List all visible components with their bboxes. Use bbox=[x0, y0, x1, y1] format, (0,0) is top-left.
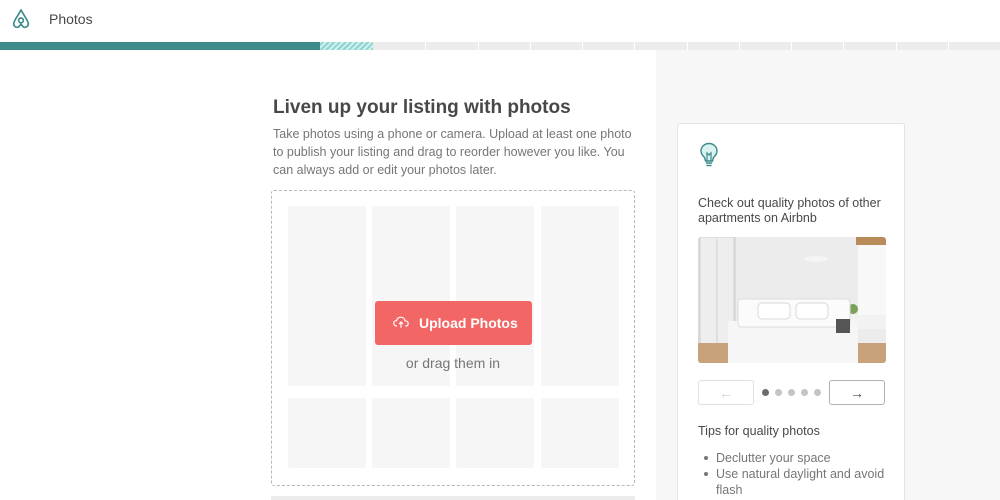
tips-card: Check out quality photos of other apartm… bbox=[677, 123, 905, 500]
progress-step-divider bbox=[582, 42, 583, 50]
photo-slot bbox=[372, 398, 450, 468]
progress-step-divider bbox=[843, 42, 844, 50]
airbnb-logo-icon[interactable] bbox=[10, 8, 32, 30]
card-title: Check out quality photos of other apartm… bbox=[698, 196, 881, 225]
progress-step-divider bbox=[739, 42, 740, 50]
drag-hint: or drag them in bbox=[405, 355, 501, 371]
progress-step-divider bbox=[530, 42, 531, 50]
previous-photo-button[interactable]: ← bbox=[698, 380, 754, 405]
page-title: Photos bbox=[49, 11, 93, 27]
progress-step-divider bbox=[896, 42, 897, 50]
arrow-left-icon: ← bbox=[719, 385, 733, 401]
top-bar: Photos bbox=[0, 0, 1000, 42]
page-description: Take photos using a phone or camera. Upl… bbox=[273, 127, 632, 177]
progress-step-divider bbox=[791, 42, 792, 50]
photo-slot bbox=[288, 398, 366, 468]
cloud-upload-icon bbox=[393, 316, 409, 328]
progress-step-divider bbox=[425, 42, 426, 50]
carousel-dot[interactable] bbox=[775, 389, 782, 396]
progress-bar bbox=[0, 42, 1000, 50]
divider bbox=[271, 496, 635, 500]
progress-fill bbox=[0, 42, 320, 50]
lightbulb-icon bbox=[700, 142, 718, 167]
progress-step-divider bbox=[687, 42, 688, 50]
main-panel: Liven up your listing with photos Take p… bbox=[0, 50, 656, 500]
photo-slot bbox=[456, 398, 534, 468]
next-photo-button[interactable]: → bbox=[829, 380, 885, 405]
carousel-dot[interactable] bbox=[801, 389, 808, 396]
photo-slot bbox=[541, 398, 619, 468]
bedroom-photo bbox=[698, 237, 886, 363]
progress-step-divider bbox=[948, 42, 949, 50]
photo-dropzone[interactable]: Upload Photos or drag them in bbox=[271, 190, 635, 486]
arrow-right-icon: → bbox=[850, 385, 864, 401]
progress-current-step bbox=[320, 42, 373, 50]
carousel-dot[interactable] bbox=[788, 389, 795, 396]
carousel-dot[interactable] bbox=[814, 389, 821, 396]
upload-photos-label: Upload Photos bbox=[419, 315, 518, 331]
tips-list: Declutter your space Use natural dayligh… bbox=[698, 450, 898, 498]
tip-item: Use natural daylight and avoid flash bbox=[698, 466, 898, 498]
carousel-dot[interactable] bbox=[762, 389, 769, 396]
upload-photos-button[interactable]: Upload Photos bbox=[375, 301, 532, 345]
progress-step-divider bbox=[478, 42, 479, 50]
progress-step-divider bbox=[634, 42, 635, 50]
tip-item: Declutter your space bbox=[698, 450, 898, 466]
page-heading: Liven up your listing with photos bbox=[273, 97, 571, 118]
sidebar: Check out quality photos of other apartm… bbox=[656, 50, 1000, 500]
tips-title: Tips for quality photos bbox=[698, 424, 820, 438]
